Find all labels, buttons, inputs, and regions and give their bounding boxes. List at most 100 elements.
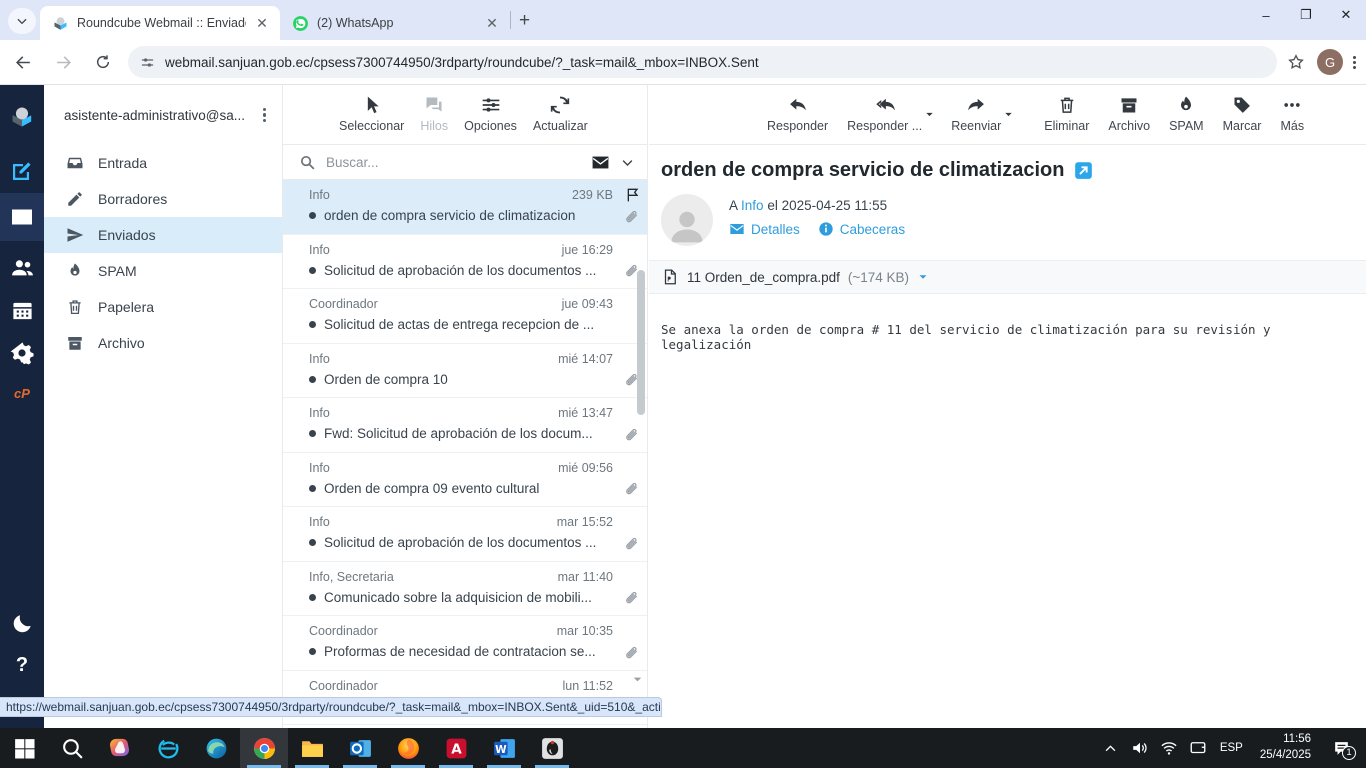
taskbar-chrome-icon[interactable] <box>240 728 288 768</box>
tab-list-chevron[interactable] <box>8 8 36 34</box>
forward-button[interactable]: Reenviar <box>951 95 1001 133</box>
window-close-button[interactable]: ✕ <box>1326 0 1366 30</box>
archive-button[interactable]: Archivo <box>1108 95 1150 133</box>
mail-nav-icon[interactable] <box>0 193 44 241</box>
cpanel-icon[interactable]: cP <box>0 373 44 413</box>
browser-forward-button[interactable] <box>46 45 80 79</box>
reply-button[interactable]: Responder <box>767 95 828 133</box>
search-scope-mail-icon[interactable] <box>591 153 610 172</box>
browser-profile-avatar[interactable]: G <box>1317 49 1343 75</box>
search-icon <box>299 154 316 171</box>
message-meta: mar 11:40 <box>557 569 613 584</box>
unread-dot <box>309 539 316 546</box>
calendar-nav-icon[interactable] <box>0 290 44 330</box>
headers-toggle[interactable]: Cabeceras <box>818 221 905 237</box>
bookmark-star-icon[interactable] <box>1287 53 1305 71</box>
taskbar-explorer-icon[interactable] <box>288 728 336 768</box>
browser-menu-icon[interactable] <box>1353 55 1356 69</box>
forward-caret-icon[interactable] <box>1003 109 1014 120</box>
open-in-new-window-icon[interactable] <box>1074 161 1093 180</box>
message-list-item[interactable]: Coordinador mar 10:35 Proformas de neces… <box>283 616 647 671</box>
details-toggle[interactable]: Detalles <box>729 221 800 237</box>
folder-item-archivo[interactable]: Archivo <box>44 325 282 361</box>
message-list-item[interactable]: Info mié 09:56 Orden de compra 09 evento… <box>283 453 647 507</box>
roundcube-logo-icon[interactable] <box>0 97 44 137</box>
taskbar-search-icon[interactable] <box>48 728 96 768</box>
window-restore-button[interactable]: ❐ <box>1286 0 1326 30</box>
taskbar-acrobat-icon[interactable] <box>432 728 480 768</box>
site-settings-icon[interactable] <box>140 55 155 70</box>
taskbar-copilot-icon[interactable] <box>96 728 144 768</box>
message-list-item[interactable]: Info mié 14:07 Orden de compra 10 <box>283 344 647 398</box>
more-button[interactable]: Más <box>1280 95 1304 133</box>
select-button[interactable]: Seleccionar <box>339 95 404 133</box>
flag-icon[interactable] <box>625 187 641 203</box>
folder-item-spam[interactable]: SPAM <box>44 253 282 289</box>
spam-button[interactable]: SPAM <box>1169 95 1204 133</box>
scrollbar-thumb[interactable] <box>637 270 645 415</box>
options-button[interactable]: Opciones <box>464 95 517 133</box>
browser-tab-roundcube[interactable]: Roundcube Webmail :: Enviados ✕ <box>40 6 280 40</box>
attachment-name[interactable]: 11 Orden_de_compra.pdf <box>687 270 840 285</box>
message-meta: mié 14:07 <box>558 351 613 366</box>
message-list-item[interactable]: Info, Secretaria mar 11:40 Comunicado so… <box>283 562 647 616</box>
folder-item-papelera[interactable]: Papelera <box>44 289 282 325</box>
attachment-bar[interactable]: 11 Orden_de_compra.pdf (~174 KB) <box>649 260 1366 294</box>
tab-close-icon[interactable]: ✕ <box>484 15 500 31</box>
new-tab-button[interactable]: + <box>519 10 530 32</box>
taskbar-edge-icon[interactable] <box>192 728 240 768</box>
taskbar-ie-icon[interactable] <box>144 728 192 768</box>
message-list-item[interactable]: Info mar 15:52 Solicitud de aprobación d… <box>283 507 647 562</box>
tray-chevron-up-icon[interactable] <box>1100 741 1122 756</box>
folder-item-enviados[interactable]: Enviados <box>44 217 282 253</box>
contacts-nav-icon[interactable] <box>0 247 44 287</box>
folder-item-entrada[interactable]: Entrada <box>44 145 282 181</box>
taskbar-outlook-icon[interactable] <box>336 728 384 768</box>
scroll-down-arrow-icon[interactable] <box>631 673 644 686</box>
search-input[interactable] <box>326 154 581 170</box>
threads-button[interactable]: Hilos <box>420 95 448 133</box>
browser-back-button[interactable] <box>6 45 40 79</box>
recipient-link[interactable]: Info <box>741 198 764 213</box>
touch-keyboard-icon[interactable] <box>1187 739 1209 757</box>
message-list-item[interactable]: Info mié 13:47 Fwd: Solicitud de aprobac… <box>283 398 647 453</box>
settings-nav-icon[interactable] <box>0 333 44 373</box>
reply-all-button[interactable]: Responder ... <box>847 95 922 133</box>
dark-mode-icon[interactable] <box>0 603 44 643</box>
message-subject: orden de compra servicio de climatizacio… <box>661 159 1065 181</box>
wifi-icon[interactable] <box>1158 739 1180 757</box>
browser-tab-whatsapp[interactable]: (2) WhatsApp ✕ <box>280 6 510 40</box>
message-list-scrollbar[interactable] <box>636 267 646 768</box>
reply-all-caret-icon[interactable] <box>924 109 935 120</box>
delete-button[interactable]: Eliminar <box>1044 95 1089 133</box>
tab-close-icon[interactable]: ✕ <box>254 15 270 31</box>
message-subject-text: Solicitud de actas de entrega recepcion … <box>324 317 595 332</box>
message-list-item[interactable]: Info 239 KB orden de compra servicio de … <box>283 180 647 235</box>
message-sender: Coordinador <box>309 624 378 638</box>
folder-item-borradores[interactable]: Borradores <box>44 181 282 217</box>
window-minimize-button[interactable]: – <box>1246 0 1286 30</box>
tab-separator <box>510 11 511 29</box>
address-bar[interactable]: webmail.sanjuan.gob.ec/cpsess7300744950/… <box>128 46 1277 78</box>
message-meta: jue 09:43 <box>561 297 613 311</box>
message-list-item[interactable]: Coordinador jue 09:43 Solicitud de actas… <box>283 289 647 344</box>
notification-center-icon[interactable]: 1 <box>1324 739 1358 760</box>
refresh-button[interactable]: Actualizar <box>533 95 588 133</box>
message-list-item[interactable]: Info jue 16:29 Solicitud de aprobación d… <box>283 235 647 289</box>
compose-icon[interactable] <box>0 151 44 191</box>
mark-button[interactable]: Marcar <box>1223 95 1261 133</box>
help-icon[interactable]: ? <box>0 645 44 685</box>
taskbar-start-icon[interactable] <box>0 728 48 768</box>
clock[interactable]: 11:56 25/4/2025 <box>1254 732 1317 763</box>
browser-tab-strip: Roundcube Webmail :: Enviados ✕ (2) What… <box>0 0 1366 40</box>
volume-icon[interactable] <box>1129 739 1151 757</box>
search-options-chevron-icon[interactable] <box>620 155 635 170</box>
taskbar-java-app-icon[interactable] <box>528 728 576 768</box>
taskbar-firefox-icon[interactable] <box>384 728 432 768</box>
message-sender: Coordinador <box>309 297 378 311</box>
language-indicator[interactable]: ESP <box>1216 742 1247 754</box>
attachment-menu-caret-icon[interactable] <box>917 271 929 283</box>
taskbar-word-icon[interactable] <box>480 728 528 768</box>
account-menu-icon[interactable] <box>255 104 275 127</box>
browser-reload-button[interactable] <box>86 45 120 79</box>
